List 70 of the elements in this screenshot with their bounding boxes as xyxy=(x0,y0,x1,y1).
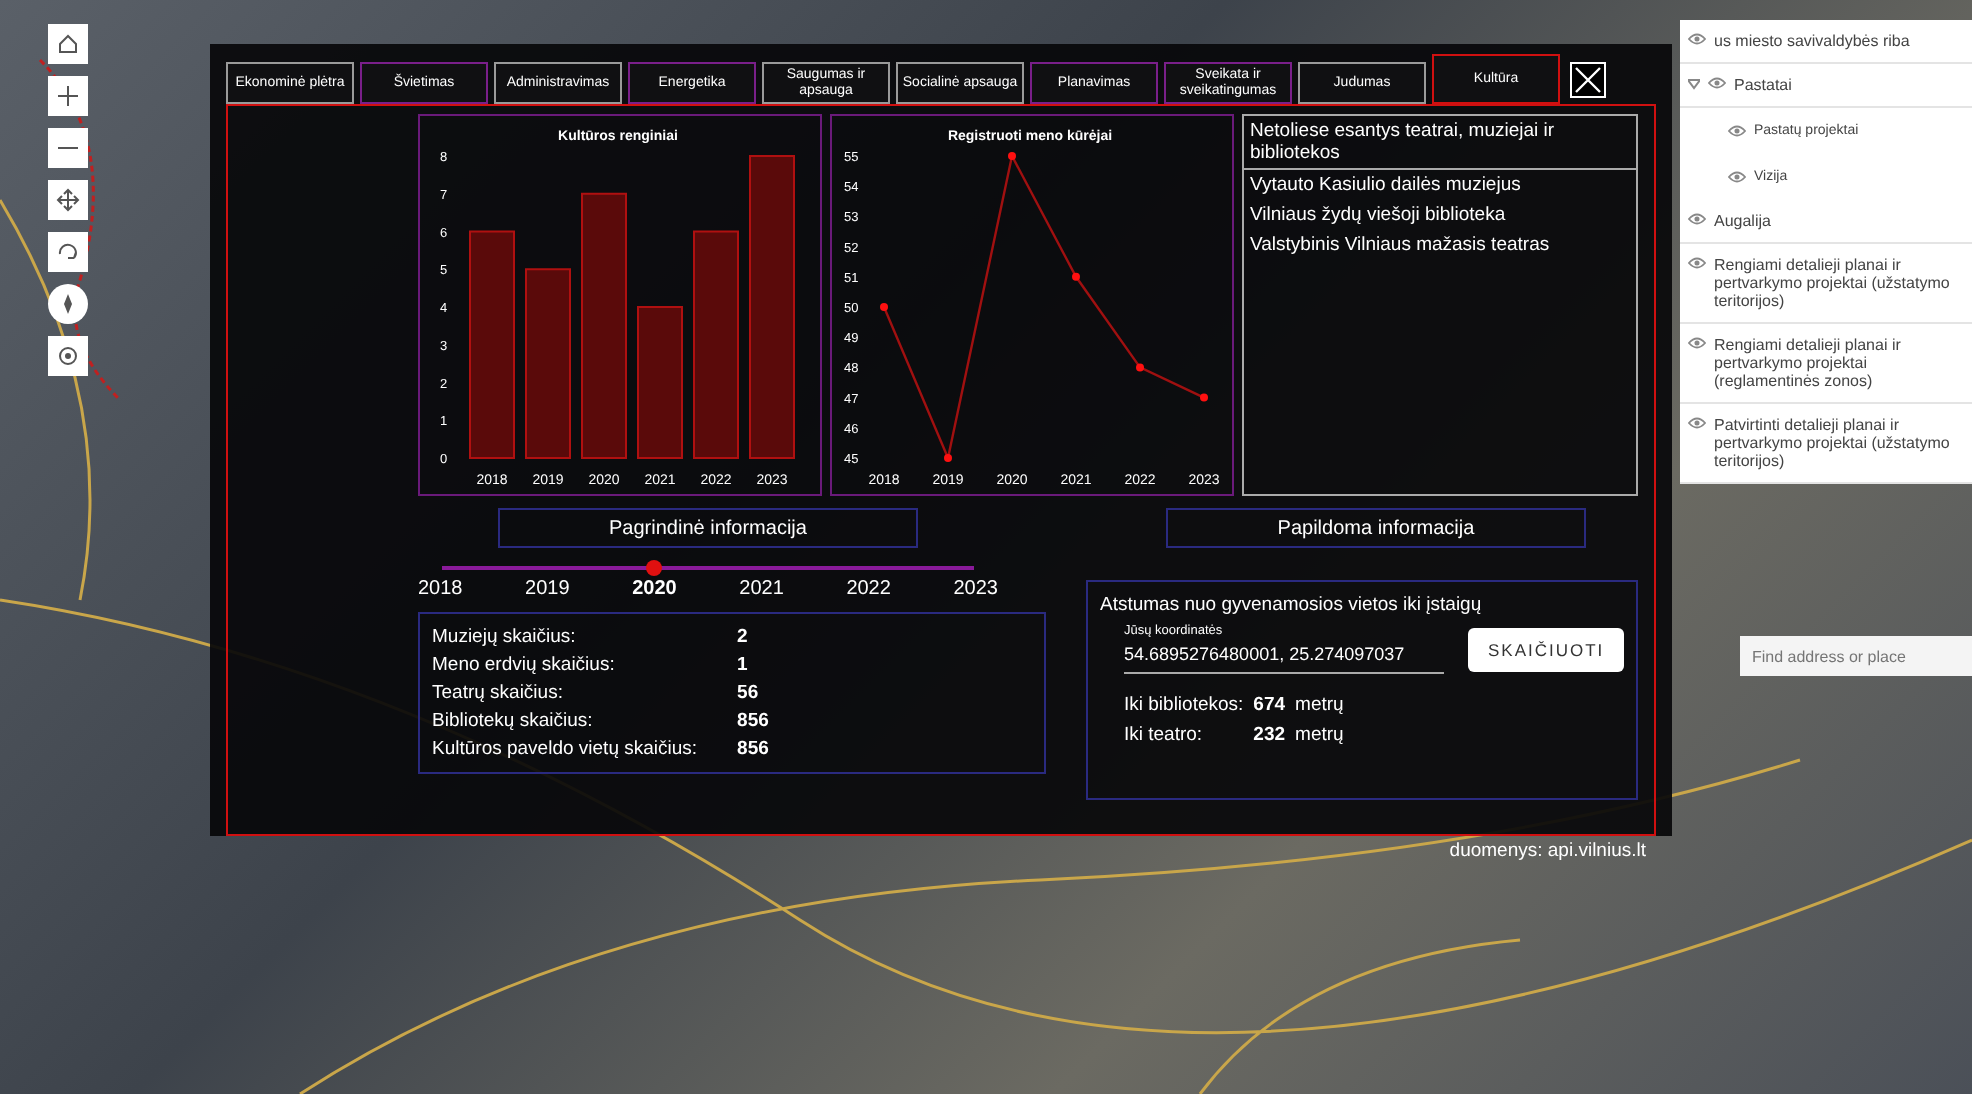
panel-title: Atstumas nuo gyvenamosios vietos iki įstaigų xyxy=(1100,594,1484,616)
locate-button[interactable] xyxy=(48,336,88,376)
additional-info-button[interactable]: Papildoma informacija xyxy=(1166,508,1586,548)
layer-label[interactable]: Pastatai xyxy=(1734,76,1792,94)
data-point xyxy=(880,303,888,311)
zoom-out-button[interactable] xyxy=(48,128,88,168)
target-icon xyxy=(56,344,80,368)
layer-label[interactable]: Rengiami detalieji planai ir pertvarkymo projektai (reglamentinės zonos) xyxy=(1714,336,1964,390)
year-label[interactable]: 2021 xyxy=(739,578,784,600)
distance-label: Iki teatro: xyxy=(1124,724,1205,746)
layer-label[interactable]: Patvirtinti detalieji planai ir pertvarkymo projektai (užstatymo teritorijos) xyxy=(1714,416,1964,470)
eye-icon[interactable] xyxy=(1728,124,1746,138)
stat-value: 1 xyxy=(735,654,750,676)
stat-value: 856 xyxy=(735,710,769,732)
stat-value: 856 xyxy=(735,738,769,760)
caret-icon[interactable] xyxy=(1688,78,1700,90)
search-field[interactable]: Find address or place xyxy=(1740,636,1972,676)
move-arrows-icon xyxy=(56,188,80,212)
rotate-icon xyxy=(56,240,80,264)
eye-icon[interactable] xyxy=(1708,76,1726,90)
layer-label[interactable]: Augalija xyxy=(1714,212,1771,230)
stat-label: Kultūros paveldo vietų skaičius: xyxy=(432,738,698,760)
list-header: Netoliese esantys teatrai, muziejai ir bibliotekos xyxy=(1244,116,1636,170)
eye-icon[interactable] xyxy=(1688,416,1706,430)
distance-value: 232 xyxy=(1253,724,1286,746)
stat-label: Teatrų skaičius: xyxy=(432,682,565,704)
stat-value: 56 xyxy=(735,682,761,704)
stat-label: Muziejų skaičius: xyxy=(432,626,578,648)
distance-unit: metrų xyxy=(1295,724,1344,746)
list-item[interactable]: Vilniaus žydų viešoji biblioteka xyxy=(1244,200,1636,230)
year-label[interactable]: 2019 xyxy=(525,578,570,600)
zoom-in-button[interactable] xyxy=(48,76,88,116)
eye-icon[interactable] xyxy=(1728,170,1746,184)
distance-value: 674 xyxy=(1253,694,1286,716)
distance-label: Iki bibliotekos: xyxy=(1124,694,1244,716)
stat-label: Meno erdvių skaičius: xyxy=(432,654,617,676)
close-button[interactable] xyxy=(1570,61,1606,97)
eye-icon[interactable] xyxy=(1688,212,1706,226)
list-item[interactable]: Vytauto Kasiulio dailės muziejus xyxy=(1244,170,1636,200)
eye-icon[interactable] xyxy=(1688,32,1706,46)
distance-unit: metrų xyxy=(1295,694,1344,716)
main-info-button[interactable]: Pagrindinė informacija xyxy=(498,508,918,548)
layer-label[interactable]: Rengiami detalieji planai ir pertvarkymo projektai (užstatymo teritorijos) xyxy=(1714,256,1964,310)
data-point xyxy=(1136,363,1144,372)
rotate-button[interactable] xyxy=(48,232,88,272)
data-point xyxy=(944,454,952,462)
stat-label: Bibliotekų skaičius: xyxy=(432,710,595,732)
year-label[interactable]: 2022 xyxy=(846,578,891,600)
data-point xyxy=(1200,393,1208,402)
calculate-button[interactable]: SKAIČIUOTI xyxy=(1468,627,1625,671)
slider-thumb[interactable] xyxy=(646,560,663,576)
data-point xyxy=(1072,272,1080,281)
home-button[interactable] xyxy=(48,24,88,64)
eye-icon[interactable] xyxy=(1688,256,1706,270)
year-label[interactable]: 2023 xyxy=(953,578,998,600)
close-icon xyxy=(1572,63,1604,95)
stat-value: 2 xyxy=(735,626,750,648)
pan-button[interactable] xyxy=(48,180,88,220)
layer-label[interactable]: us miesto savivaldybės riba xyxy=(1714,32,1910,50)
compass-button[interactable] xyxy=(48,284,88,324)
eye-icon[interactable] xyxy=(1688,336,1706,350)
list-item[interactable]: Valstybinis Vilniaus mažasis teatras xyxy=(1244,230,1636,260)
year-slider[interactable] xyxy=(442,560,974,576)
home-icon xyxy=(56,32,80,56)
map-background[interactable] xyxy=(0,0,1972,1094)
data-source-text: duomenys: api.vilnius.lt xyxy=(1449,840,1646,862)
year-label[interactable]: 2018 xyxy=(418,578,463,600)
plus-icon xyxy=(56,84,80,108)
data-point xyxy=(1008,152,1016,160)
year-label[interactable]: 2020 xyxy=(632,578,677,600)
